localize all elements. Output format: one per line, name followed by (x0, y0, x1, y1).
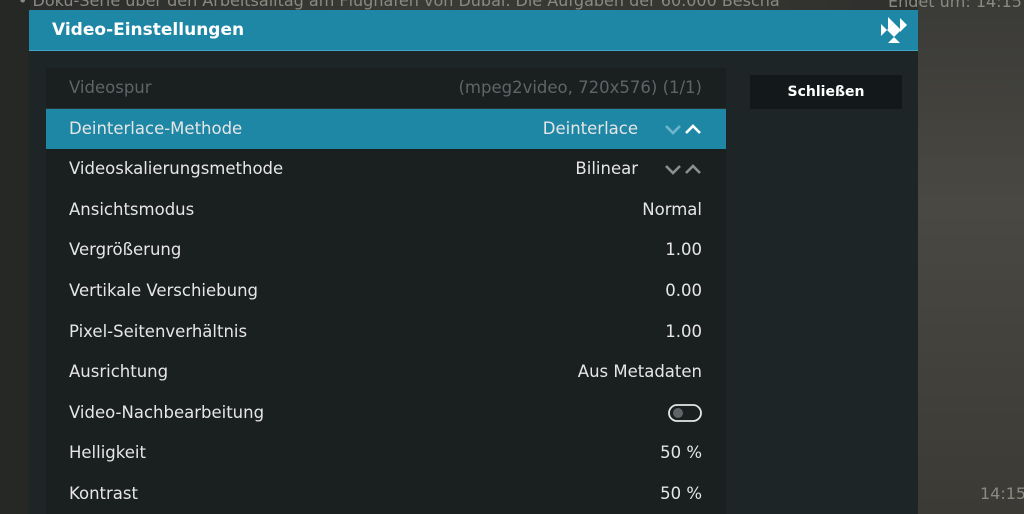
setting-row[interactable]: Helligkeit 50 % (46, 433, 726, 473)
setting-row[interactable]: Vertikale Verschiebung 0.00 (46, 271, 726, 311)
epg-ticker-text: • Doku-Serie über den Arbeitsalltag am F… (18, 0, 780, 10)
setting-value: 1.00 (665, 322, 702, 341)
chevron-down-icon[interactable] (665, 165, 681, 175)
setting-value: 50 % (660, 484, 702, 503)
setting-value: Normal (642, 200, 702, 219)
setting-value: 1.00 (665, 240, 702, 259)
setting-value: Aus Metadaten (577, 362, 702, 381)
kodi-logo-icon (881, 17, 907, 43)
setting-label: Helligkeit (69, 443, 146, 462)
setting-value: 0.00 (665, 281, 702, 300)
setting-label: Ausrichtung (69, 362, 169, 381)
setting-row[interactable]: Kontrast 50 % (46, 474, 726, 514)
setting-label: Kontrast (69, 484, 138, 503)
setting-row[interactable]: Videoskalierungsmethode Bilinear (46, 149, 726, 189)
setting-label: Videoskalierungsmethode (69, 159, 284, 178)
setting-label: Video-Nachbearbeitung (69, 403, 265, 422)
close-button[interactable]: Schließen (750, 75, 902, 109)
toggle-switch-icon[interactable] (668, 404, 702, 422)
setting-row[interactable]: Ausrichtung Aus Metadaten (46, 352, 726, 392)
setting-label: Deinterlace-Methode (69, 119, 243, 138)
video-background-left (0, 0, 30, 514)
setting-row[interactable]: Vergrößerung 1.00 (46, 230, 726, 270)
setting-row[interactable]: Video-Nachbearbeitung (46, 393, 726, 433)
setting-value: (mpeg2video, 720x576) (1/1) (458, 78, 702, 97)
setting-label: Ansichtsmodus (69, 200, 195, 219)
setting-label: Videospur (69, 78, 152, 97)
setting-value: Bilinear (575, 159, 638, 178)
spinner-arrows (665, 124, 701, 135)
setting-value: 50 % (660, 443, 702, 462)
video-settings-dialog: Video-Einstellungen Videospur (mpeg2video… (29, 10, 918, 514)
setting-value: Deinterlace (542, 119, 638, 138)
chevron-up-icon[interactable] (685, 164, 701, 174)
setting-label: Pixel-Seitenverhältnis (69, 322, 248, 341)
clock-text: 14:15 (980, 484, 1024, 503)
dialog-titlebar: Video-Einstellungen (29, 10, 918, 51)
dialog-title: Video-Einstellungen (52, 20, 245, 40)
settings-list: Videospur (mpeg2video, 720x576) (1/1) Dein… (46, 68, 726, 514)
setting-row: Videospur (mpeg2video, 720x576) (1/1) (46, 68, 726, 108)
chevron-down-icon[interactable] (665, 125, 681, 135)
spinner-arrows (665, 164, 701, 175)
setting-row[interactable]: Deinterlace-Methode Deinterlace (46, 109, 726, 149)
setting-row[interactable]: Pixel-Seitenverhältnis 1.00 (46, 312, 726, 352)
setting-row[interactable]: Ansichtsmodus Normal (46, 190, 726, 230)
setting-label: Vertikale Verschiebung (69, 281, 259, 300)
setting-label: Vergrößerung (69, 240, 182, 259)
chevron-up-icon[interactable] (685, 124, 701, 134)
video-background-right (918, 0, 1024, 514)
